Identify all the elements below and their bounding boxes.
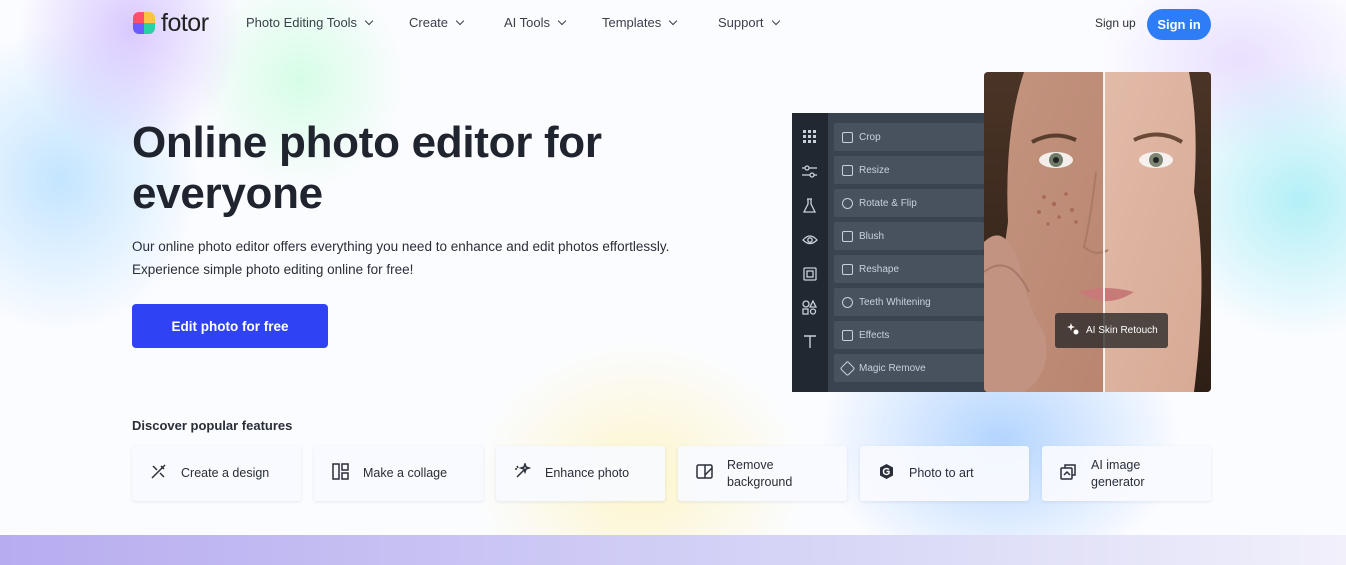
features-title: Discover popular features [132, 418, 293, 433]
text-icon [801, 333, 818, 350]
blush-icon [842, 230, 853, 242]
feature-label: Photo to art [909, 466, 974, 480]
menu-ai-tools[interactable]: AI Tools [504, 15, 567, 30]
tool-effects: Effects [834, 321, 984, 349]
menu-label: Create [409, 15, 449, 30]
tool-label: Teeth Whitening [859, 296, 931, 308]
menu-support[interactable]: Support [718, 15, 780, 30]
fotor-logo[interactable]: fotor [133, 9, 209, 37]
ai-generator-icon [1060, 463, 1077, 485]
feature-label: Enhance photo [545, 466, 630, 480]
menu-label: Support [718, 15, 764, 30]
editor-mockup-panel: Crop Resize Rotate & Flip Blush Reshape … [792, 113, 992, 392]
tool-blush: Blush [834, 222, 984, 250]
tool-label: Magic Remove [859, 362, 926, 374]
menu-templates[interactable]: Templates [602, 15, 678, 30]
menu-create[interactable]: Create [409, 15, 465, 30]
chevron-down-icon [771, 16, 780, 25]
chevron-down-icon [455, 16, 465, 25]
sliders-icon [801, 163, 818, 180]
collage-icon [332, 462, 349, 485]
effects-icon [842, 329, 853, 341]
tool-label: Blush [859, 230, 885, 242]
hero-title: Online photo editor for everyone [132, 118, 602, 218]
flask-icon [801, 197, 818, 214]
eye-icon [801, 231, 818, 248]
tool-rotate-flip: Rotate & Flip [834, 189, 984, 217]
feature-remove-background[interactable]: Remove background [678, 446, 847, 501]
enhance-icon [514, 461, 532, 485]
crop-icon [842, 131, 853, 143]
chevron-down-icon [669, 16, 678, 25]
shapes-icon [801, 299, 818, 316]
eraser-icon [839, 360, 856, 376]
tool-label: Resize [859, 164, 890, 176]
sparkle-icon [1067, 323, 1079, 338]
teeth-icon [842, 296, 853, 308]
tool-label: Crop [859, 131, 881, 143]
logo-mark-icon [133, 12, 155, 34]
ai-skin-retouch-badge: AI Skin Retouch [1055, 313, 1168, 348]
feature-enhance-photo[interactable]: Enhance photo [496, 446, 665, 501]
edit-photo-button[interactable]: Edit photo for free [132, 304, 328, 348]
feature-label: Create a design [181, 466, 270, 480]
bottom-gradient-band [0, 535, 1346, 565]
grid-icon [801, 128, 818, 145]
frame-icon [801, 265, 818, 282]
tool-label: Reshape [859, 263, 900, 275]
tool-label: Effects [859, 329, 890, 341]
feature-make-collage[interactable]: Make a collage [314, 446, 483, 501]
chevron-down-icon [364, 16, 374, 25]
menu-label: AI Tools [504, 15, 551, 30]
resize-icon [842, 164, 853, 176]
menu-label: Templates [602, 15, 662, 30]
photo-to-art-icon [878, 463, 895, 485]
top-navigation: fotor Photo Editing Tools Create AI Tool… [0, 0, 1346, 47]
tool-magic-remove: Magic Remove [834, 354, 984, 382]
feature-label: Make a collage [363, 466, 448, 480]
feature-create-design[interactable]: Create a design [132, 446, 301, 501]
reshape-icon [842, 263, 853, 275]
tool-resize: Resize [834, 156, 984, 184]
tool-reshape: Reshape [834, 255, 984, 283]
remove-background-icon [696, 463, 713, 485]
tool-crop: Crop [834, 123, 984, 151]
tool-teeth-whitening: Teeth Whitening [834, 288, 984, 316]
menu-label: Photo Editing Tools [246, 15, 358, 30]
badge-label: AI Skin Retouch [1086, 325, 1158, 336]
tool-label: Rotate & Flip [859, 197, 917, 209]
logo-text: fotor [161, 9, 209, 37]
feature-photo-to-art[interactable]: Photo to art [860, 446, 1029, 501]
rotate-icon [842, 197, 853, 209]
feature-label: Remove background [727, 457, 793, 489]
feature-label: AI image generator [1091, 457, 1145, 489]
sign-in-button[interactable]: Sign in [1147, 9, 1211, 40]
sign-up-link[interactable]: Sign up [1095, 16, 1136, 30]
hero-description: Our online photo editor offers everythin… [132, 239, 670, 277]
feature-ai-image-generator[interactable]: AI image generator [1042, 446, 1211, 501]
chevron-down-icon [557, 16, 567, 25]
editor-tool-rail [792, 113, 828, 392]
design-icon [150, 463, 167, 485]
menu-photo-editing-tools[interactable]: Photo Editing Tools [246, 15, 374, 30]
